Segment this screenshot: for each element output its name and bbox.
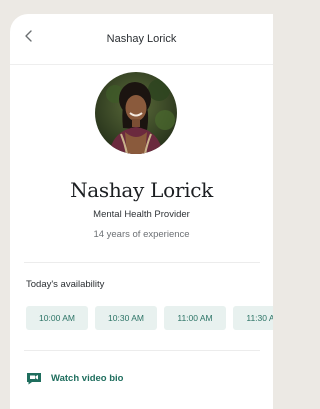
provider-photo: [95, 72, 177, 154]
page-title: Nashay Lorick: [106, 33, 177, 45]
video-chat-icon: [27, 373, 41, 385]
availability-label: Today's availability: [26, 279, 105, 290]
divider: [24, 350, 260, 351]
divider: [24, 262, 260, 263]
provider-experience: 14 years of experience: [93, 229, 190, 240]
provider-role: Mental Health Provider: [93, 209, 190, 220]
time-slot[interactable]: 10:00 AM: [26, 306, 88, 330]
top-bar: Nashay Lorick: [10, 14, 273, 65]
time-slot-list: 10:00 AM 10:30 AM 11:00 AM 11:30 AM: [26, 306, 273, 330]
time-slot[interactable]: 11:30 AM: [233, 306, 273, 330]
avatar: [95, 72, 177, 154]
watch-video-bio-label: Watch video bio: [51, 373, 124, 384]
provider-profile-card: Nashay Lorick Nashay Lorick Mental Healt…: [10, 14, 273, 409]
time-slot[interactable]: 11:00 AM: [164, 306, 226, 330]
time-slot[interactable]: 10:30 AM: [95, 306, 157, 330]
provider-name: Nashay Lorick: [70, 178, 213, 202]
